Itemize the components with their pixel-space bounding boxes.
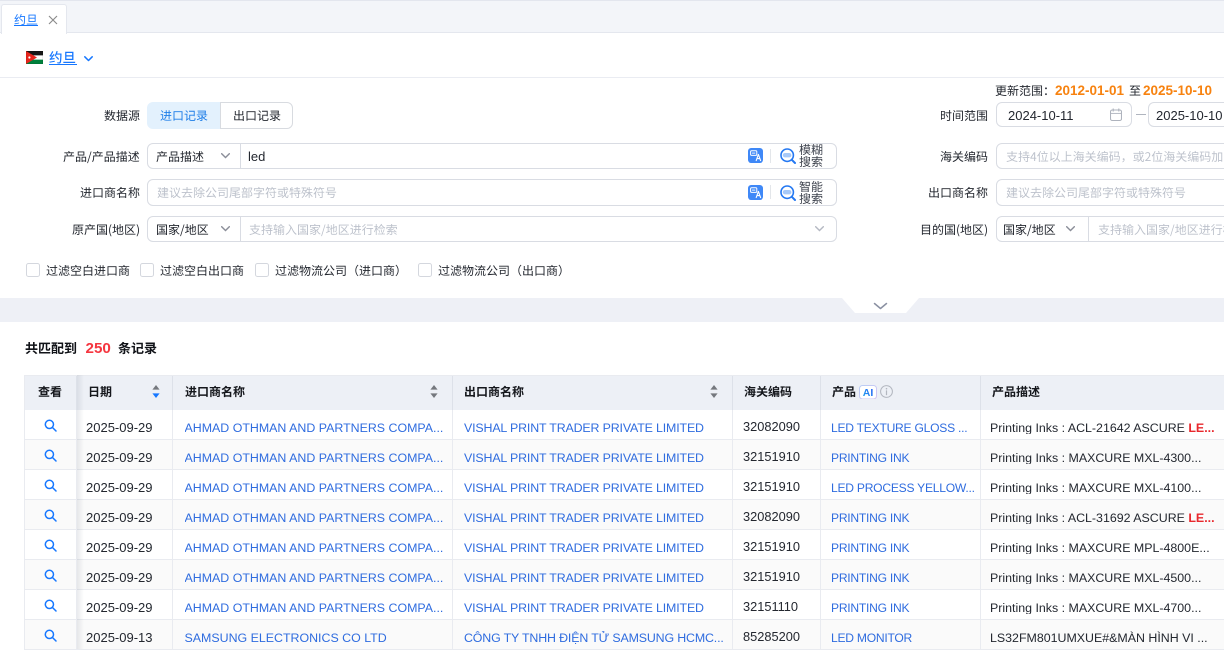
svg-text:AI: AI (863, 387, 874, 399)
